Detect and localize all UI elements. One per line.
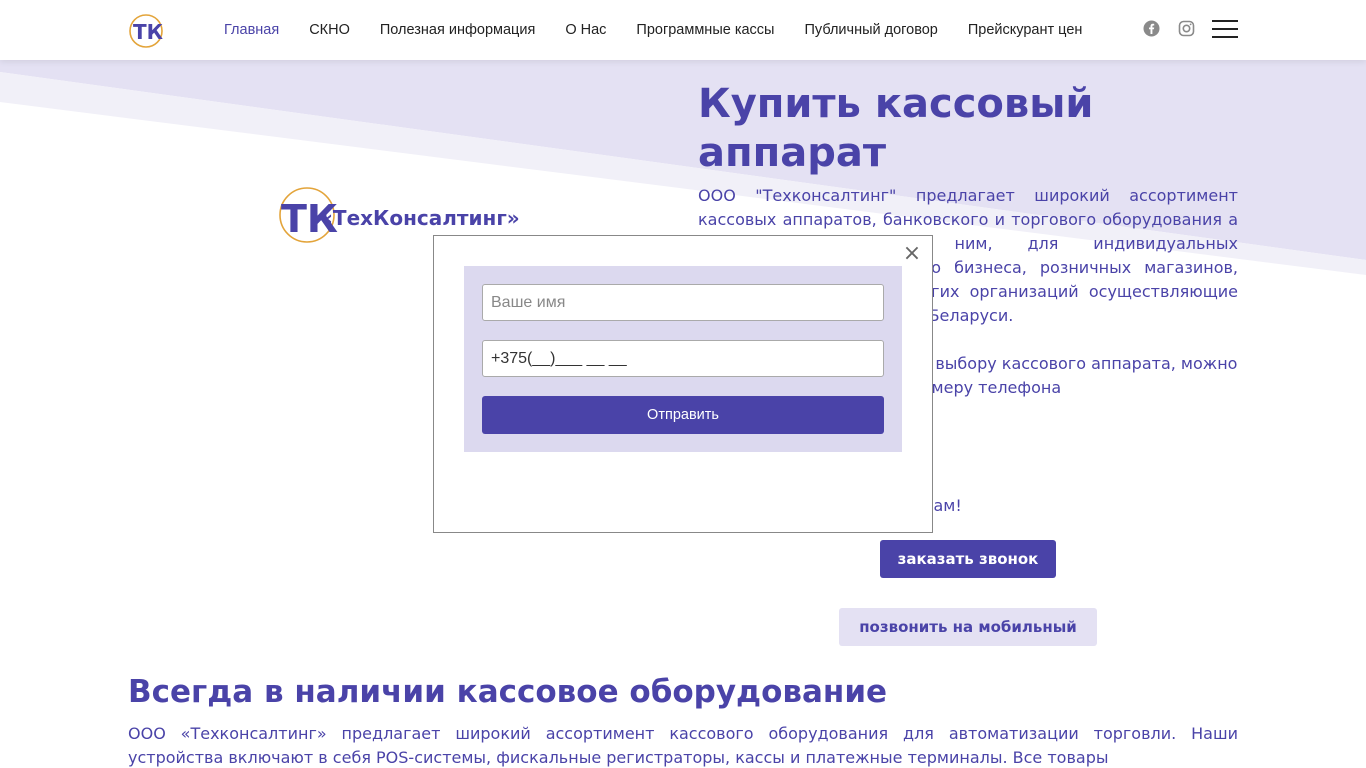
menu-icon[interactable] — [1212, 20, 1238, 40]
brand-name: «ТехКонсалтинг» — [320, 206, 520, 230]
main-nav: Главная СКНО Полезная информация О Нас П… — [224, 0, 1112, 60]
section-title: Всегда в наличии кассовое оборудование — [128, 674, 888, 710]
order-callback-button[interactable]: заказать звонок — [880, 540, 1056, 578]
submit-button[interactable]: Отправить — [482, 396, 884, 434]
nav-item-public-contract[interactable]: Публичный договор — [804, 22, 937, 38]
facebook-icon[interactable] — [1143, 20, 1160, 37]
phone-input[interactable] — [482, 340, 884, 377]
section-text: ООО «Техконсалтинг» предлагает широкий а… — [128, 724, 1238, 767]
instagram-icon[interactable] — [1178, 20, 1195, 37]
close-icon[interactable]: × — [902, 243, 922, 265]
nav-item-price-list[interactable]: Прейскурант цен — [968, 22, 1083, 38]
nav-item-software-registers[interactable]: Программные кассы — [636, 22, 774, 38]
callback-modal: × Отправить — [433, 235, 933, 533]
nav-item-home[interactable]: Главная — [224, 22, 279, 38]
nav-item-skno[interactable]: СКНО — [309, 22, 350, 38]
nav-item-useful-info[interactable]: Полезная информация — [380, 22, 535, 38]
callback-form: Отправить — [464, 266, 902, 452]
site-header: ТК Главная СКНО Полезная информация О На… — [0, 0, 1366, 60]
call-mobile-button[interactable]: позвонить на мобильный — [839, 608, 1097, 646]
page-title: Купить кассовый аппарат — [698, 81, 1094, 176]
name-input[interactable] — [482, 284, 884, 321]
nav-item-about[interactable]: О Нас — [565, 22, 606, 38]
svg-text:ТК: ТК — [133, 20, 164, 44]
logo-icon[interactable]: ТК — [128, 13, 164, 49]
